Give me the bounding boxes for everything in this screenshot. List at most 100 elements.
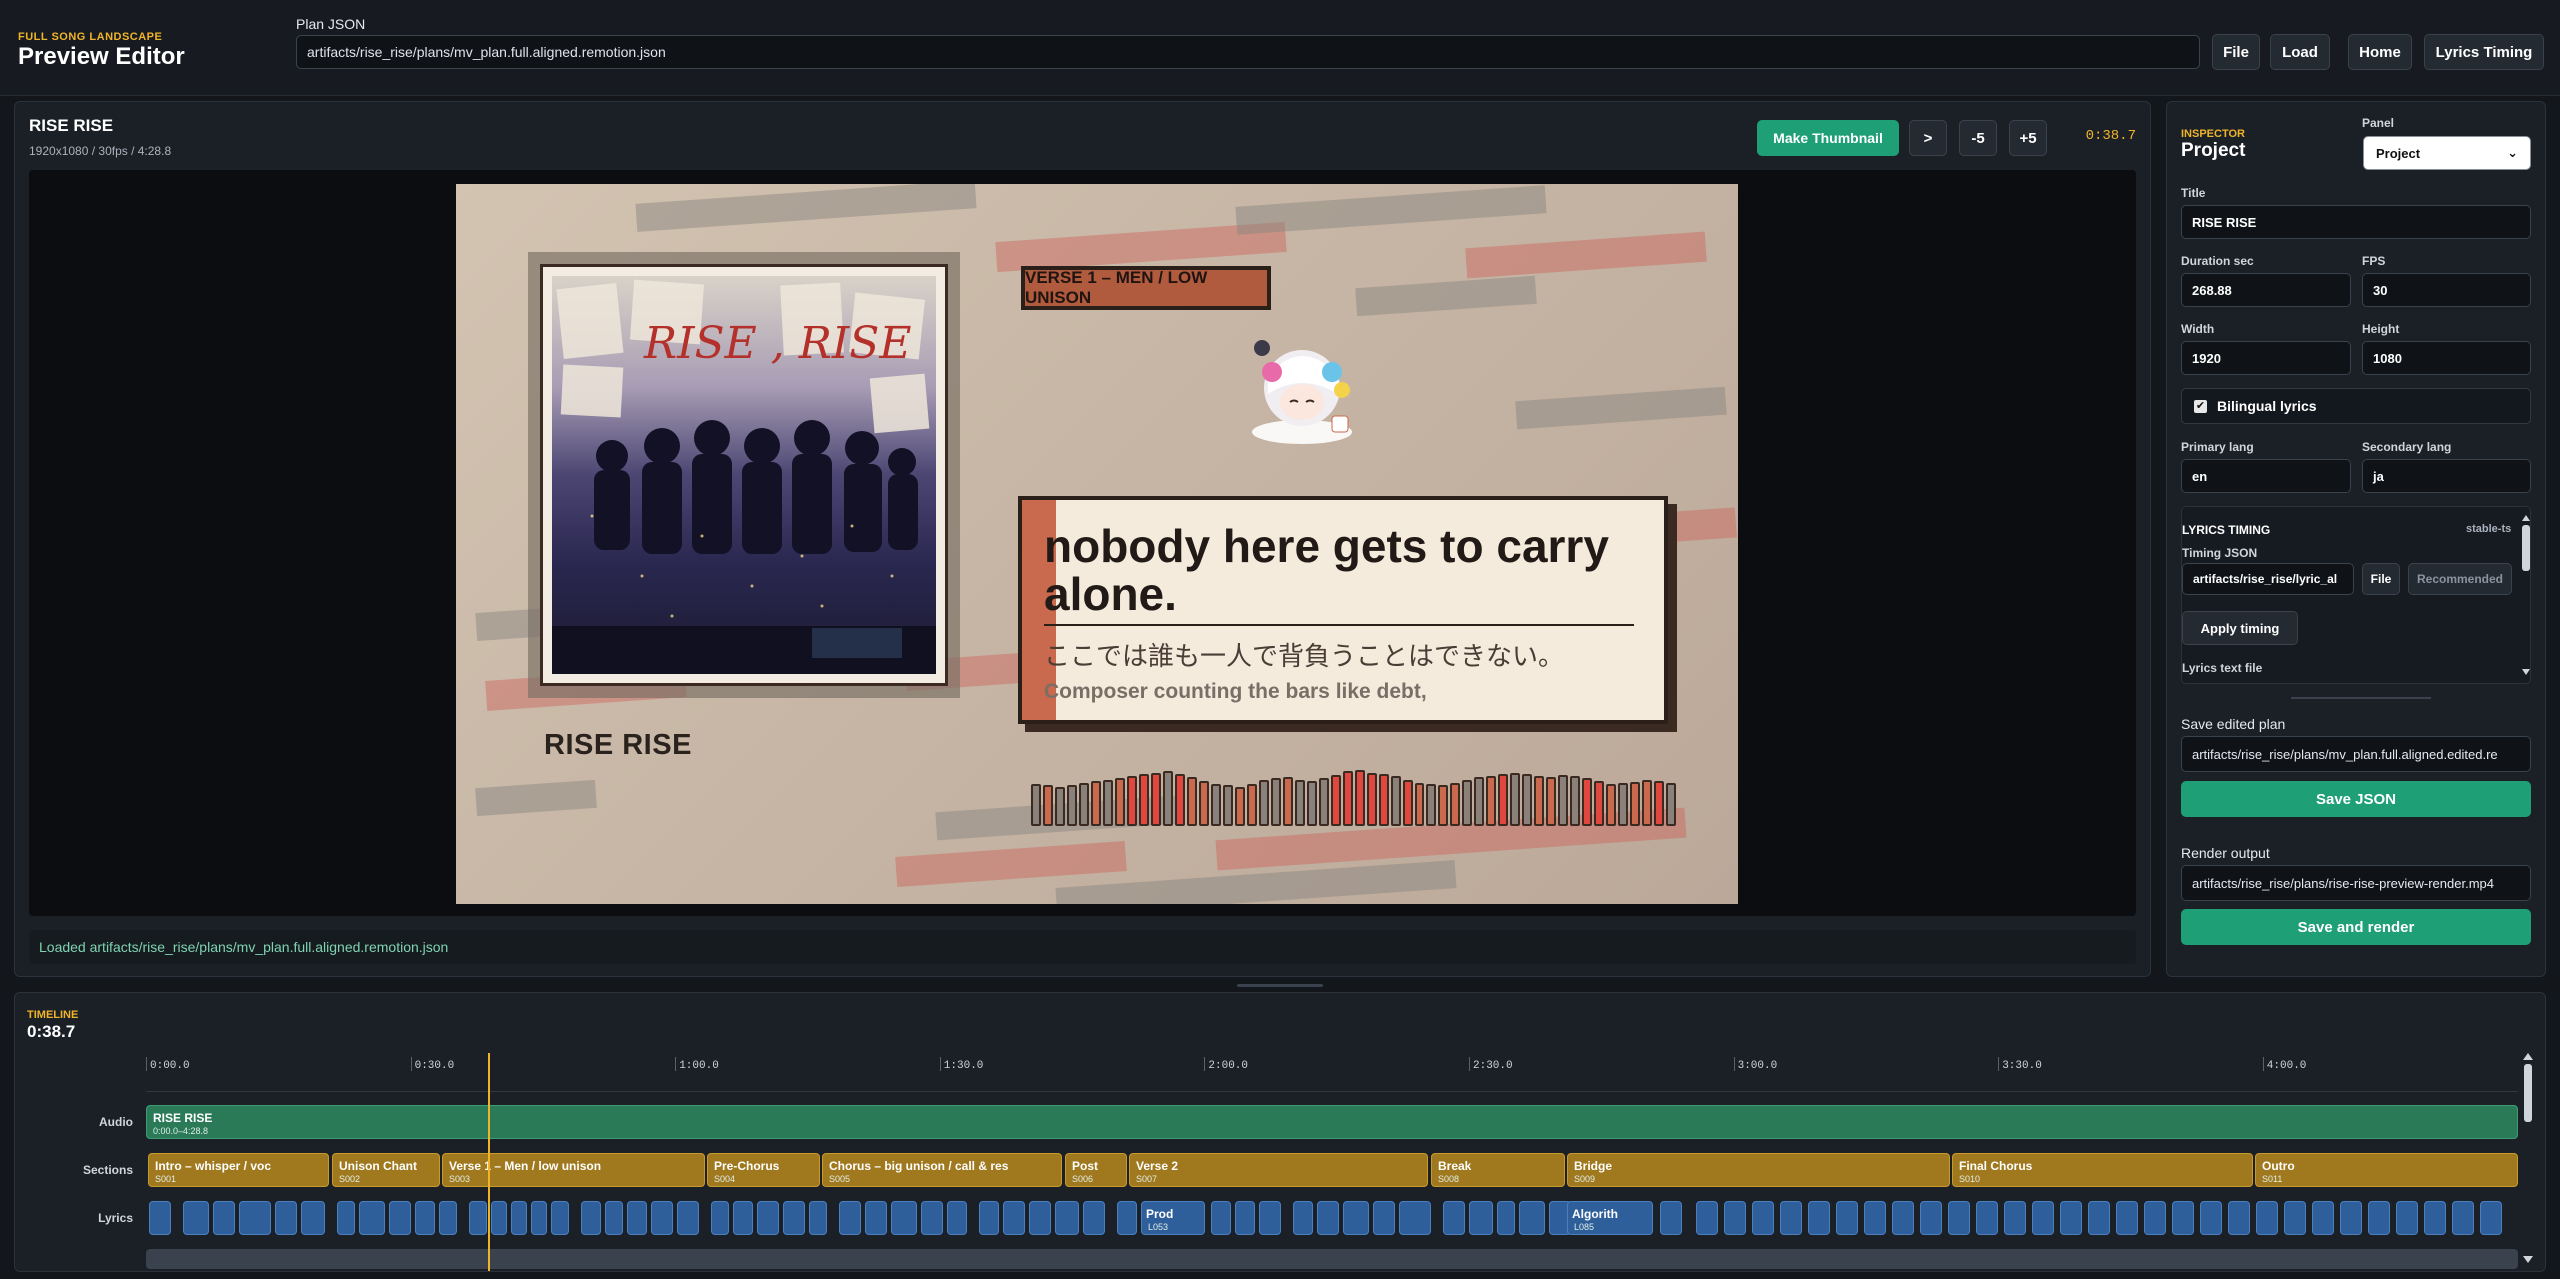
lyric-clip[interactable] [1343, 1201, 1369, 1235]
lyric-clip[interactable] [439, 1201, 457, 1235]
section-clip[interactable]: Unison Chant S002 [332, 1153, 440, 1187]
video-frame[interactable]: RISE , RISE RISE RISE VERSE 1 – MEN / LO… [456, 184, 1738, 904]
lyric-clip[interactable] [2228, 1201, 2250, 1235]
lyric-clip[interactable] [1724, 1201, 1746, 1235]
lyric-clip[interactable] [1836, 1201, 1858, 1235]
panel-splitter[interactable] [1237, 984, 1323, 987]
lyric-clip[interactable] [2200, 1201, 2222, 1235]
lyric-clip[interactable] [1948, 1201, 1970, 1235]
save-plan-field[interactable]: artifacts/rise_rise/plans/mv_plan.full.a… [2181, 736, 2531, 772]
lyric-clip[interactable] [1083, 1201, 1105, 1235]
lyric-clip[interactable] [921, 1201, 943, 1235]
seek-back-5-button[interactable]: -5 [1959, 120, 1997, 156]
lyric-clip[interactable] [1469, 1201, 1493, 1235]
lyric-clip[interactable] [733, 1201, 753, 1235]
lyric-clip[interactable] [2312, 1201, 2334, 1235]
section-clip[interactable]: Final Chorus S010 [1952, 1153, 2253, 1187]
lyric-clip[interactable] [389, 1201, 411, 1235]
lyric-clip[interactable] [275, 1201, 297, 1235]
play-button[interactable]: > [1909, 120, 1947, 156]
width-field[interactable]: 1920 [2181, 341, 2351, 375]
lyrics-timing-button[interactable]: Lyrics Timing [2424, 34, 2544, 70]
lyric-clip[interactable] [1317, 1201, 1339, 1235]
lyric-clip[interactable] [1780, 1201, 1802, 1235]
fps-field[interactable]: 30 [2362, 273, 2531, 307]
lyric-clip[interactable]: Algorith L085 [1567, 1201, 1653, 1235]
lyric-clip[interactable] [1443, 1201, 1465, 1235]
lyric-clip[interactable] [149, 1201, 171, 1235]
lyric-clip[interactable] [2340, 1201, 2362, 1235]
panel-select[interactable]: Project ⌄ [2363, 136, 2531, 170]
lyric-clip[interactable] [627, 1201, 647, 1235]
home-button[interactable]: Home [2348, 34, 2412, 70]
lyric-clip[interactable] [1519, 1201, 1545, 1235]
lyric-clip[interactable] [337, 1201, 355, 1235]
scroll-up-icon[interactable] [2522, 515, 2530, 521]
timeline-scrollbar[interactable] [2523, 1053, 2533, 1263]
scroll-down-icon[interactable] [2523, 1256, 2533, 1263]
lyric-clip[interactable] [531, 1201, 547, 1235]
lyric-clip[interactable] [783, 1201, 805, 1235]
lyric-clip[interactable] [865, 1201, 887, 1235]
lyric-clip[interactable] [1293, 1201, 1313, 1235]
lyric-clip[interactable] [711, 1201, 729, 1235]
lyric-clip[interactable] [891, 1201, 917, 1235]
lyric-clip[interactable] [947, 1201, 967, 1235]
lyric-clip[interactable] [2144, 1201, 2166, 1235]
section-clip[interactable]: Post S006 [1065, 1153, 1127, 1187]
scroll-up-icon[interactable] [2523, 1053, 2533, 1060]
lyric-clip[interactable] [2424, 1201, 2446, 1235]
playhead[interactable] [488, 1053, 490, 1271]
lyric-clip[interactable] [2116, 1201, 2138, 1235]
lyric-clip[interactable] [1029, 1201, 1051, 1235]
height-field[interactable]: 1080 [2362, 341, 2531, 375]
lyric-clip[interactable] [2284, 1201, 2306, 1235]
lyric-clip[interactable] [677, 1201, 699, 1235]
check-icon[interactable]: ✔ [2194, 399, 2207, 413]
secondary-lang-field[interactable]: ja [2362, 459, 2531, 493]
lyrics-timing-scrollbar[interactable] [2522, 515, 2530, 675]
lyric-clip[interactable] [2368, 1201, 2390, 1235]
primary-lang-field[interactable]: en [2181, 459, 2351, 493]
lyric-clip[interactable] [511, 1201, 527, 1235]
section-clip[interactable]: Bridge S009 [1567, 1153, 1950, 1187]
lyric-clip[interactable] [809, 1201, 827, 1235]
scroll-down-icon[interactable] [2522, 669, 2530, 675]
lyric-clip[interactable] [239, 1201, 271, 1235]
make-thumbnail-button[interactable]: Make Thumbnail [1757, 120, 1899, 156]
seek-forward-5-button[interactable]: +5 [2009, 120, 2047, 156]
lyric-clip[interactable] [2452, 1201, 2474, 1235]
lyric-clip[interactable] [1696, 1201, 1718, 1235]
lyric-clip[interactable] [1399, 1201, 1431, 1235]
lyric-clip[interactable] [581, 1201, 601, 1235]
lyric-clip[interactable] [2172, 1201, 2194, 1235]
lyric-clip[interactable] [2396, 1201, 2418, 1235]
scroll-thumb[interactable] [2522, 525, 2530, 571]
lyric-clip[interactable] [2480, 1201, 2502, 1235]
save-and-render-button[interactable]: Save and render [2181, 909, 2531, 945]
lyric-clip[interactable] [1235, 1201, 1255, 1235]
lyric-clip[interactable] [1752, 1201, 1774, 1235]
apply-timing-button[interactable]: Apply timing [2182, 611, 2298, 645]
lyric-clip[interactable] [301, 1201, 325, 1235]
section-clip[interactable]: Verse 2 S007 [1129, 1153, 1428, 1187]
section-clip[interactable]: Intro – whisper / voc S001 [148, 1153, 329, 1187]
lyric-clip[interactable] [1892, 1201, 1914, 1235]
save-json-button[interactable]: Save JSON [2181, 781, 2531, 817]
lyric-clip[interactable] [1373, 1201, 1395, 1235]
audio-clip[interactable]: RISE RISE 0:00.0–4:28.8 [146, 1105, 2518, 1139]
plan-json-input[interactable] [296, 35, 2200, 69]
lyric-clip[interactable] [2256, 1201, 2278, 1235]
section-clip[interactable]: Outro S011 [2255, 1153, 2518, 1187]
duration-field[interactable]: 268.88 [2181, 273, 2351, 307]
lyric-clip[interactable] [213, 1201, 235, 1235]
lyric-clip[interactable] [2032, 1201, 2054, 1235]
title-field[interactable]: RISE RISE [2181, 205, 2531, 239]
lyric-clip[interactable] [1976, 1201, 1998, 1235]
bilingual-toggle[interactable]: ✔ Bilingual lyrics [2181, 388, 2531, 424]
lyric-clip[interactable] [183, 1201, 209, 1235]
lyric-clip[interactable] [1660, 1201, 1682, 1235]
lyric-clip[interactable] [1497, 1201, 1515, 1235]
section-clip[interactable]: Chorus – big unison / call & res S005 [822, 1153, 1062, 1187]
section-clip[interactable]: Verse 1 – Men / low unison S003 [442, 1153, 705, 1187]
